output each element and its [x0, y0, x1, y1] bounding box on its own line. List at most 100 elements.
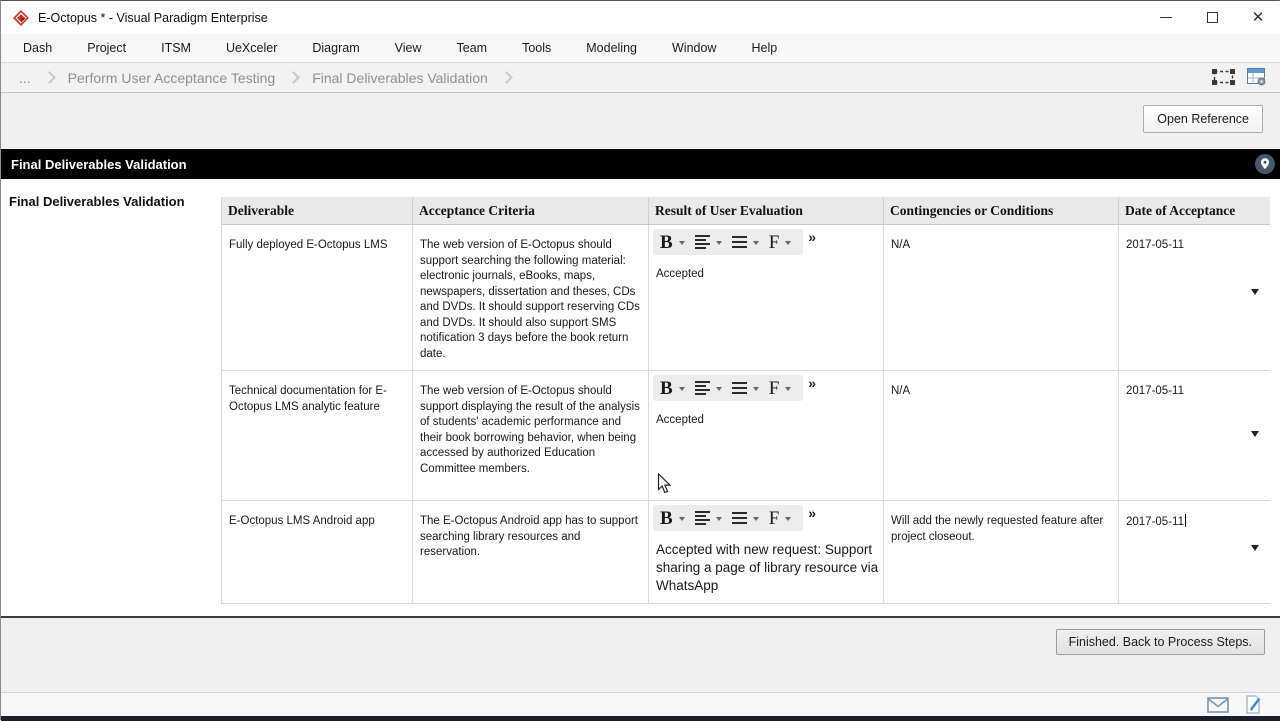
window-title: E-Octopus * - Visual Paradigm Enterprise	[38, 10, 268, 25]
menu-itsm[interactable]: ITSM	[159, 37, 193, 59]
align-icon[interactable]	[694, 233, 710, 251]
column-header-contingencies: Contingencies or Conditions	[884, 197, 1119, 225]
table-row-3-date[interactable]: 2017-05-11	[1119, 501, 1270, 604]
dropdown-arrow-icon[interactable]	[1251, 289, 1259, 295]
dropdown-arrow-icon[interactable]	[785, 241, 792, 245]
result-text[interactable]: Accepted	[656, 267, 879, 283]
date-value[interactable]: 2017-05-11	[1126, 515, 1184, 531]
location-pin-icon[interactable]	[1254, 153, 1276, 175]
table-row-2-acceptance-criteria: The web version of E-Octopus should supp…	[413, 371, 649, 501]
richtext-toolbar: B F	[653, 505, 804, 531]
result-text[interactable]: Accepted	[656, 413, 879, 429]
menu-uexceler[interactable]: UeXceler	[224, 37, 279, 59]
menu-view[interactable]: View	[393, 37, 424, 59]
table-row-2-contingencies[interactable]: N/A	[884, 371, 1119, 501]
status-bar	[1, 693, 1280, 716]
breadcrumb-ellipsis[interactable]: ...	[19, 70, 31, 86]
minimize-button[interactable]	[1143, 1, 1189, 34]
list-icon[interactable]	[731, 232, 747, 252]
menu-tools[interactable]: Tools	[520, 37, 553, 59]
table-row-3-result-editor[interactable]: B F » Accepted with new request: Support…	[649, 501, 884, 604]
table-row-3-acceptance-criteria: The E-Octopus Android app has to support…	[413, 501, 649, 604]
date-value[interactable]: 2017-05-11	[1126, 238, 1184, 254]
dropdown-arrow-icon[interactable]	[752, 241, 759, 245]
chevron-right-icon	[42, 71, 56, 84]
form-panel: Final Deliverables Validation Deliverabl…	[1, 179, 1280, 618]
toolbar-band: Open Reference	[1, 93, 1280, 149]
font-icon[interactable]: F	[769, 233, 780, 252]
open-reference-button[interactable]: Open Reference	[1143, 105, 1263, 133]
text-caret	[1184, 514, 1186, 527]
vp-logo-icon	[13, 9, 29, 26]
menu-diagram[interactable]: Diagram	[310, 37, 361, 59]
close-button[interactable]: ✕	[1235, 1, 1280, 34]
minimize-icon	[1160, 17, 1172, 18]
edit-document-icon[interactable]	[1244, 695, 1263, 714]
table-row-2-date[interactable]: 2017-05-11	[1119, 371, 1270, 501]
column-header-acceptance-criteria: Acceptance Criteria	[413, 197, 649, 225]
dropdown-arrow-icon[interactable]	[785, 387, 792, 391]
dropdown-arrow-icon[interactable]	[752, 387, 759, 391]
dropdown-arrow-icon[interactable]	[715, 517, 722, 521]
list-icon[interactable]	[731, 378, 747, 398]
bold-icon[interactable]: B	[660, 379, 673, 398]
table-row-2-deliverable: Technical documentation for E-Octopus LM…	[222, 371, 413, 501]
table-row-1-deliverable: Fully deployed E-Octopus LMS	[222, 225, 413, 371]
maximize-icon	[1206, 12, 1218, 23]
dropdown-arrow-icon[interactable]	[678, 387, 685, 391]
overflow-icon[interactable]: »	[808, 505, 816, 522]
breadcrumb-item-perform-uat[interactable]: Perform User Acceptance Testing	[68, 70, 276, 86]
breadcrumb-item-final-deliverables[interactable]: Final Deliverables Validation	[312, 70, 488, 86]
section-header-bar: Final Deliverables Validation	[1, 149, 1280, 179]
font-icon[interactable]: F	[769, 379, 780, 398]
title-bar: E-Octopus * - Visual Paradigm Enterprise…	[1, 1, 1280, 34]
menu-project[interactable]: Project	[85, 37, 128, 59]
dropdown-arrow-icon[interactable]	[1251, 431, 1259, 437]
footer-panel: Finished. Back to Process Steps.	[1, 618, 1280, 693]
table-row-1-acceptance-criteria: The web version of E-Octopus should supp…	[413, 225, 649, 371]
richtext-toolbar: B F	[653, 375, 804, 401]
fit-selection-icon[interactable]	[1212, 69, 1235, 85]
overflow-icon[interactable]: »	[808, 229, 816, 246]
menu-team[interactable]: Team	[455, 37, 490, 59]
form-window-icon[interactable]	[1247, 68, 1267, 86]
font-icon[interactable]: F	[769, 509, 780, 528]
chevron-right-icon	[287, 71, 301, 84]
dropdown-arrow-icon[interactable]	[715, 387, 722, 391]
section-title: Final Deliverables Validation	[11, 156, 187, 172]
overflow-icon[interactable]: »	[808, 375, 816, 392]
align-icon[interactable]	[694, 509, 710, 527]
table-row-3-deliverable: E-Octopus LMS Android app	[222, 501, 413, 604]
deliverables-table: Deliverable Acceptance Criteria Result o…	[221, 197, 1270, 604]
maximize-button[interactable]	[1189, 1, 1235, 34]
table-row-1-result-editor[interactable]: B F » Accepted	[649, 225, 884, 371]
menu-help[interactable]: Help	[749, 37, 779, 59]
column-header-deliverable: Deliverable	[222, 197, 413, 225]
table-row-3-contingencies[interactable]: Will add the newly requested feature aft…	[884, 501, 1119, 604]
table-row-1-contingencies[interactable]: N/A	[884, 225, 1119, 371]
dropdown-arrow-icon[interactable]	[678, 241, 685, 245]
dropdown-arrow-icon[interactable]	[752, 517, 759, 521]
column-header-date: Date of Acceptance	[1119, 197, 1270, 225]
align-icon[interactable]	[694, 379, 710, 397]
table-row-1-date[interactable]: 2017-05-11	[1119, 225, 1270, 371]
column-header-result: Result of User Evaluation	[649, 197, 884, 225]
menu-bar: Dash Project ITSM UeXceler Diagram View …	[1, 34, 1280, 62]
menu-dash[interactable]: Dash	[21, 37, 54, 59]
dropdown-arrow-icon[interactable]	[715, 241, 722, 245]
dropdown-arrow-icon[interactable]	[785, 517, 792, 521]
table-row-2-result-editor[interactable]: B F » Accepted	[649, 371, 884, 501]
bold-icon[interactable]: B	[660, 233, 673, 252]
dropdown-arrow-icon[interactable]	[1251, 545, 1259, 551]
date-value[interactable]: 2017-05-11	[1126, 384, 1184, 400]
menu-modeling[interactable]: Modeling	[584, 37, 639, 59]
finished-button[interactable]: Finished. Back to Process Steps.	[1055, 629, 1265, 655]
envelope-icon[interactable]	[1207, 696, 1229, 713]
menu-window[interactable]: Window	[670, 37, 718, 59]
list-icon[interactable]	[731, 508, 747, 528]
window-bottom-edge	[1, 716, 1280, 721]
richtext-toolbar: B F	[653, 229, 804, 255]
result-text[interactable]: Accepted with new request: Support shari…	[656, 541, 879, 595]
dropdown-arrow-icon[interactable]	[678, 517, 685, 521]
bold-icon[interactable]: B	[660, 509, 673, 528]
